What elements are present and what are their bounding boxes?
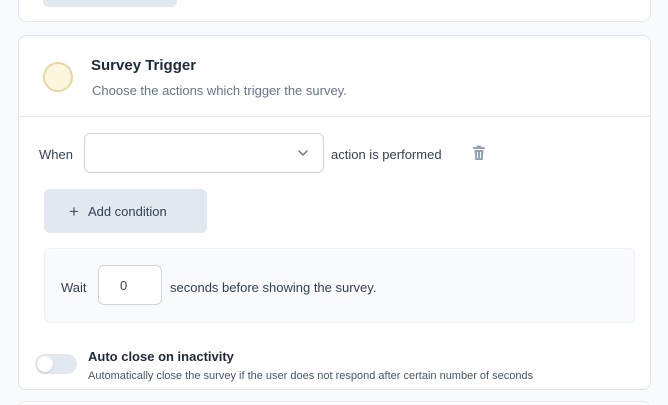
page: Survey Trigger Choose the actions which … [0,0,668,405]
auto-close-title: Auto close on inactivity [88,349,234,364]
add-condition-label: Add condition [87,203,167,219]
survey-trigger-card: Survey Trigger Choose the actions which … [18,35,651,390]
wait-panel: Wait seconds before showing the survey. [44,248,635,323]
auto-close-toggle[interactable] [35,354,77,374]
toggle-knob [37,356,53,372]
auto-close-description: Automatically close the survey if the us… [88,370,534,382]
status-circle-icon [43,62,73,92]
action-suffix-label: action is performed [331,147,442,162]
trash-icon[interactable] [472,145,486,161]
when-label: When [39,147,73,162]
card-subtitle: Choose the actions which trigger the sur… [92,83,347,98]
action-select[interactable] [84,133,324,173]
wait-seconds-input[interactable] [98,265,162,305]
next-card [18,401,651,405]
chevron-down-icon [298,150,308,156]
wait-suffix-label: seconds before showing the survey. [170,280,377,295]
card-header[interactable]: Survey Trigger Choose the actions which … [19,36,650,117]
card-title: Survey Trigger [91,57,197,74]
wait-label: Wait [61,280,87,295]
previous-card [18,0,651,22]
add-condition-button[interactable]: + Add condition [44,189,207,233]
previous-card-button[interactable] [43,0,177,7]
plus-icon: + [69,201,79,221]
